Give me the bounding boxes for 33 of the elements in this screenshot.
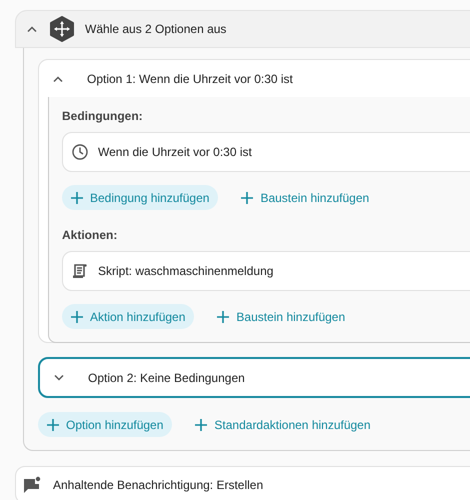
option-header[interactable]: Option 2: Keine Bedingungen: [40, 359, 470, 396]
chevron-up-icon[interactable]: [27, 26, 37, 32]
plus-icon: [217, 310, 230, 322]
clock-icon: [72, 144, 88, 160]
add-button[interactable]: Standardaktionen hinzufügen: [186, 412, 380, 437]
chevron-up-icon[interactable]: [53, 76, 63, 82]
plus-icon: [47, 418, 59, 430]
chevron-down-icon[interactable]: [54, 374, 64, 380]
section-label: Aktionen:: [62, 228, 118, 242]
plus-icon: [71, 192, 83, 204]
block-title: Wähle aus 2 Optionen aus: [85, 22, 226, 36]
add-button[interactable]: Aktion hinzufügen: [62, 304, 194, 329]
plus-icon: [241, 192, 254, 204]
add-button[interactable]: Option hinzufügen: [38, 412, 172, 437]
action-title: Anhaltende Benachrichtigung: Erstellen: [53, 478, 264, 492]
plus-icon: [195, 418, 208, 430]
item-text: Skript: waschmaschinenmeldung: [98, 264, 274, 278]
add-button[interactable]: Baustein hinzufügen: [208, 304, 354, 329]
option-header[interactable]: Option 1: Wenn die Uhrzeit vor 0:30 ist: [39, 60, 470, 97]
script-icon: [72, 263, 88, 279]
block-header[interactable]: Wähle aus 2 Optionen aus: [15, 10, 470, 48]
item-row[interactable]: Skript: waschmaschinenmeldung: [62, 251, 470, 291]
item-text: Wenn die Uhrzeit vor 0:30 ist: [98, 145, 252, 159]
item-row[interactable]: Wenn die Uhrzeit vor 0:30 ist: [62, 132, 470, 172]
plus-icon: [71, 310, 83, 322]
option-title: Option 1: Wenn die Uhrzeit vor 0:30 ist: [87, 72, 293, 86]
add-button[interactable]: Bedingung hinzufügen: [62, 185, 218, 210]
option-title: Option 2: Keine Bedingungen: [88, 370, 245, 384]
add-button[interactable]: Baustein hinzufügen: [232, 185, 378, 210]
message-icon: [23, 476, 41, 494]
section-label: Bedingungen:: [62, 109, 144, 123]
choose-icon: [49, 16, 75, 42]
action-row[interactable]: Anhaltende Benachrichtigung: Erstellen: [15, 466, 470, 500]
